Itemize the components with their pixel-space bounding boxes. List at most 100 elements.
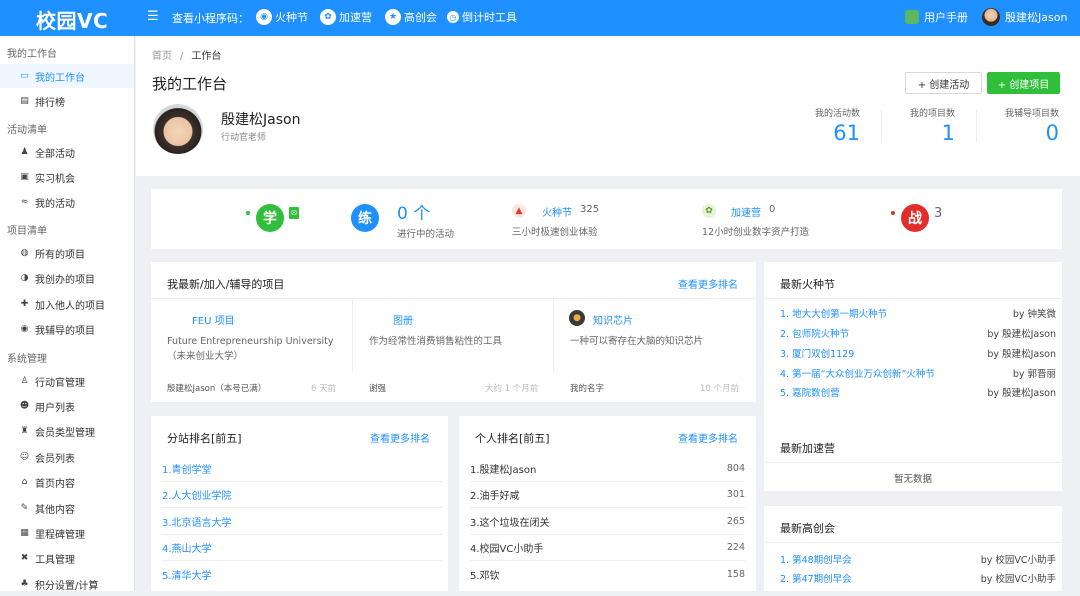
profile-role: 行动官老师 [221,133,267,143]
personal-rank-row[interactable]: 1.殷建松Jason 804 [470,456,745,482]
spark-desc: 三小时极速创业体验 [512,227,598,238]
ranking-icon: ▤ [20,96,29,106]
personal-rank-row[interactable]: 3.这个垃圾在闭关 265 [470,509,745,535]
stat-my-projects[interactable]: 我的项目数 1 [861,106,955,145]
points-icon: ♣ [20,579,29,589]
personal-rank-row[interactable]: 5.邓钦 158 [470,561,745,587]
workbench-header: 首页 / 工作台 我的工作台 + 创建活动 + 创建项目 殷建松Jason 行动官老… [136,36,1080,176]
sidebar-item-joined-projects[interactable]: ✚ 加入他人的项目 [0,292,134,316]
project-item[interactable]: 图册 作为经常性消费销售粘性的工具 谢强 大约 1 个月前 [353,298,554,394]
sidebar-group-title: 系统管理 [7,354,47,365]
sidebar-item-all-activities[interactable]: ♟ 全部活动 [0,140,134,164]
nav-countdown-tool[interactable]: ◷ 倒计时工具 [447,7,517,27]
branch-rank-row[interactable]: 3.北京语言大学 [162,509,443,535]
branch-rank-row[interactable]: 5.清华大学 [162,561,443,587]
fire-badge-icon: ▲ [512,204,526,218]
branch-rank-row[interactable]: 2.人大创业学院 [162,482,443,508]
sidebar-item-founded-projects[interactable]: ◑ 我创办的项目 [0,266,134,290]
menu-toggle-icon[interactable]: ☰ [147,9,159,24]
projects-more-link[interactable]: 查看更多排名 [678,276,738,291]
sidebar-item-milestones[interactable]: ▦ 里程碑管理 [0,521,134,545]
breadcrumb-home[interactable]: 首页 [152,51,172,62]
edit-icon: ✎ [20,503,29,513]
project-owner: 谢强 [369,384,387,394]
officer-icon: ♙ [20,376,29,386]
page-title: 我的工作台 [152,75,228,93]
gear-badge-icon: ✿ [320,9,336,25]
sidebar-item-other-content[interactable]: ✎ 其他内容 [0,496,134,520]
learn-badge[interactable]: 学 [256,204,284,232]
battle-count: 3 [934,206,943,221]
accelerator-link[interactable]: 加速营 [731,204,761,219]
stat-my-activities[interactable]: 我的活动数 61 [766,106,860,145]
sidebar-item-mentored-projects[interactable]: ◉ 我辅导的项目 [0,317,134,341]
breadcrumb-separator: / [180,51,184,62]
eye-icon: ◉ [20,324,29,334]
battle-badge[interactable]: 战 [901,204,929,232]
project-desc: 一种可以寄存在大脑的知识芯片 [570,336,704,347]
founder-icon: ◑ [20,273,29,283]
personal-ranking-more-link[interactable]: 查看更多排名 [678,430,738,445]
sidebar-item-ranking[interactable]: ▤ 排行榜 [0,89,134,113]
sidebar-item-user-list[interactable]: ☻ 用户列表 [0,394,134,418]
spark-list-item[interactable]: 2. 包师院火种节 by 殷建松Jason [780,325,1056,341]
ongoing-count: 0 个 [397,204,431,224]
stat-value: 61 [833,121,860,145]
project-item[interactable]: ● 知识芯片 一种可以寄存在大脑的知识芯片 我的名字 10 个月前 [554,298,756,394]
branch-ranking-more-link[interactable]: 查看更多排名 [370,430,430,445]
spark-list-item[interactable]: 4. 第一届“大众创业万众创新”火种节 by 郭晋丽 [780,365,1056,381]
branch-rank-row[interactable]: 4.燕山大学 [162,535,443,561]
personal-rank-row[interactable]: 4.校园VC小助手 224 [470,535,745,561]
sidebar-item-home-content[interactable]: ⌂ 首页内容 [0,470,134,494]
sidebar-item-officer-management[interactable]: ♙ 行动官管理 [0,369,134,393]
project-name[interactable]: FEU 项目 [192,312,235,327]
stat-label: 我的项目数 [909,109,955,119]
star-badge-icon: ★ [385,9,401,25]
project-desc: Future Entrepreneurship University（未来创业大… [167,336,334,362]
user-manual-link[interactable]: 用户手册 [905,7,968,27]
spark-link[interactable]: 火种节 [542,204,572,219]
nav-summit[interactable]: ★ 高创会 [385,7,437,27]
divider [764,542,1062,543]
stat-value: 1 [941,121,955,145]
project-item[interactable]: FEU 项目 Future Entrepreneurship Universit… [151,298,353,394]
my-activity-icon: ≈ [20,197,29,207]
user-menu[interactable]: 殷建松Jason [982,7,1067,27]
sidebar-item-all-projects[interactable]: ◍ 所有的项目 [0,241,134,265]
spark-list-item[interactable]: 3. 厦门双创1129 by 殷建松Jason [780,345,1056,361]
summit-list-item[interactable]: 1. 第48期创早会 by 校园VC小助手 [780,551,1056,567]
ongoing-label: 进行中的活动 [397,229,455,240]
spark-list-item[interactable]: 5. 嘉院数创营 by 殷建松Jason [780,384,1056,400]
practice-badge[interactable]: 练 [351,204,379,232]
nav-accelerator[interactable]: ✿ 加速营 [320,7,372,27]
app-logo[interactable]: 校园VC [36,5,108,34]
create-activity-button[interactable]: + 创建活动 [905,72,982,94]
spark-list-item[interactable]: 1. 地大大创第一期火种节 by 钟笑微 [780,305,1056,321]
sidebar-item-my-activities[interactable]: ≈ 我的活动 [0,190,134,214]
status-dot [246,211,250,215]
branch-rank-row[interactable]: 1.青创学堂 [162,456,443,482]
profile-avatar [153,104,203,154]
stat-mentored-projects[interactable]: 我辅导项目数 0 [965,106,1059,145]
stat-value: 0 [1045,121,1059,145]
create-project-button[interactable]: + 创建项目 [987,72,1060,94]
sidebar-item-points[interactable]: ♣ 积分设置/计算 [0,572,134,596]
sidebar-item-internships[interactable]: ▣ 实习机会 [0,165,134,189]
profile-name: 殷建松Jason [221,112,301,128]
sidebar-item-member-list[interactable]: ☺ 会员列表 [0,445,134,469]
milestone-icon: ▦ [20,528,29,538]
mini-program-label: 查看小程序码： [172,12,249,25]
join-icon: ✚ [20,299,29,309]
pdf-icon[interactable]: ✉ [289,207,299,219]
personal-rank-row[interactable]: 2.油手好咸 301 [470,482,745,508]
nav-spark[interactable]: ◉ 火种节 [256,7,308,27]
summit-list-item[interactable]: 2. 第47期创早会 by 校园VC小助手 [780,570,1056,586]
sidebar-item-workbench[interactable]: ▭ 我的工作台 [0,64,134,88]
project-name[interactable]: 图册 [393,312,413,327]
project-desc: 作为经常性消费销售粘性的工具 [369,336,503,347]
sidebar-item-tools[interactable]: ✖ 工具管理 [0,546,134,570]
sidebar-item-member-types[interactable]: ♜ 会员类型管理 [0,419,134,443]
divider [764,298,1062,299]
project-name[interactable]: 知识芯片 [593,312,633,327]
chip-icon: ● [569,310,585,326]
